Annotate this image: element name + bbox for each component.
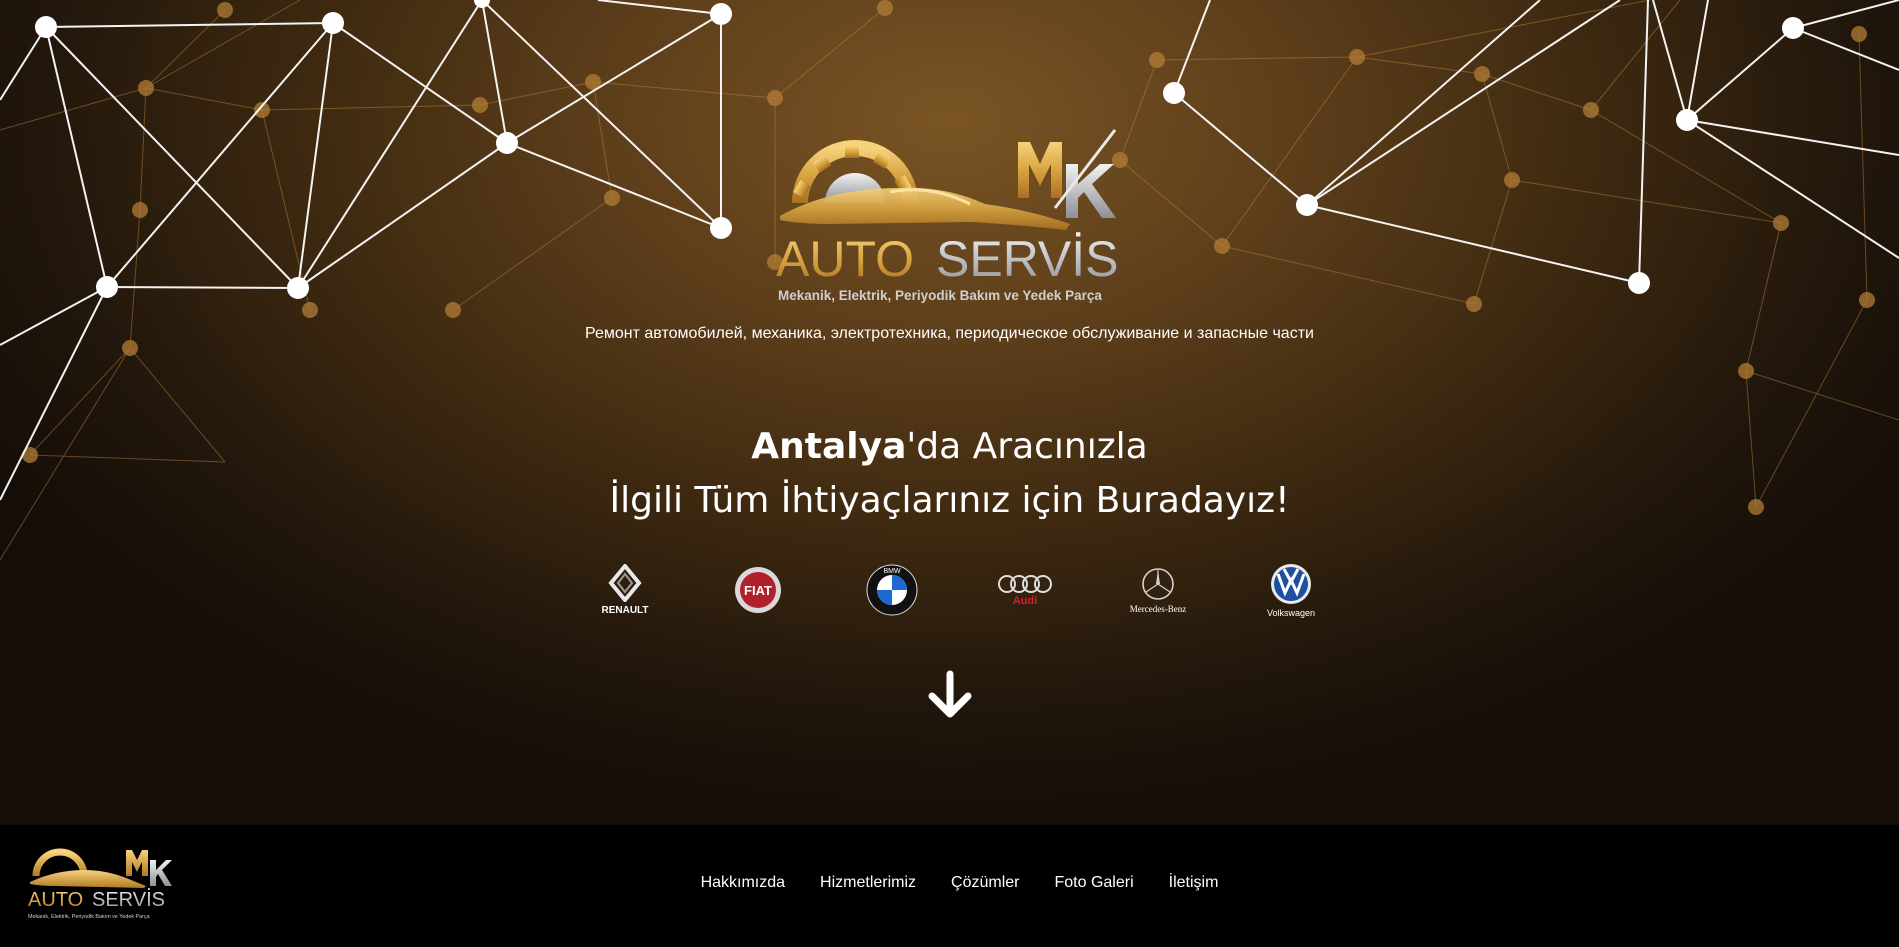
- renault-icon: [608, 564, 642, 602]
- brand-label: Audi: [1012, 595, 1038, 607]
- audi-icon: [998, 575, 1052, 593]
- headline-line-1: Antalya'da Aracınızla: [0, 420, 1899, 474]
- nav-link-solutions[interactable]: Çözümler: [951, 874, 1019, 892]
- russian-tagline: Ремонт автомобилей, механика, электротех…: [585, 325, 1314, 342]
- brand-label: Volkswagen: [1266, 607, 1316, 618]
- brand-audi: Audi: [985, 555, 1065, 625]
- fiat-icon: FIAT: [735, 567, 781, 613]
- brand-renault: RENAULT: [585, 555, 665, 625]
- bmw-icon: BMW: [866, 564, 918, 616]
- footer-logo-word-auto: AUTO: [28, 889, 83, 911]
- nav-link-services[interactable]: Hizmetlerimiz: [820, 874, 916, 892]
- logo-graphic: AUTO SERVİS Mekanik, Elektrik, Periyodik…: [776, 129, 1119, 303]
- brand-label: RENAULT: [601, 605, 649, 616]
- brand-logos: RENAULT FIAT BMW Audi Mercedes-Benz Volk…: [570, 555, 1340, 625]
- logo-word-servis: SERVİS: [936, 231, 1119, 287]
- logo-word-auto: AUTO: [776, 231, 914, 287]
- scroll-down-button[interactable]: [920, 665, 980, 725]
- autoservis-logo[interactable]: AUTO SERVİS Mekanik, Elektrik, Periyodik…: [770, 128, 1130, 318]
- bmw-wordmark: BMW: [883, 568, 901, 575]
- main-nav: Hakkımızda Hizmetlerimiz Çözümler Foto G…: [0, 874, 1899, 892]
- nav-link-contact[interactable]: İletişim: [1169, 874, 1219, 892]
- fiat-wordmark: FIAT: [744, 583, 772, 598]
- nav-link-about[interactable]: Hakkımızda: [701, 874, 785, 892]
- logo-subtitle: Mekanik, Elektrik, Periyodik Bakım ve Ye…: [778, 288, 1102, 303]
- hero-section: AUTO SERVİS Mekanik, Elektrik, Periyodik…: [0, 0, 1899, 825]
- nav-link-gallery[interactable]: Foto Galeri: [1055, 874, 1134, 892]
- brand-mercedes: Mercedes-Benz: [1118, 555, 1198, 625]
- brand-fiat: FIAT: [718, 555, 798, 625]
- headline-city: Antalya: [751, 426, 907, 467]
- headline: Antalya'da Aracınızla İlgili Tüm İhtiyaç…: [0, 420, 1899, 528]
- brand-bmw: BMW: [852, 555, 932, 625]
- volkswagen-icon: [1271, 563, 1311, 604]
- mercedes-icon: [1142, 567, 1174, 600]
- headline-line-2: İlgili Tüm İhtiyaçlarınız için Buradayız…: [609, 480, 1290, 521]
- arrow-down-icon: [928, 670, 972, 718]
- headline-line-1-rest: 'da Aracınızla: [906, 426, 1148, 467]
- footer-logo-subtitle: Mekanik, Elektrik, Periyodik Bakım ve Ye…: [28, 914, 150, 920]
- brand-label: Mercedes-Benz: [1129, 603, 1187, 614]
- brand-volkswagen: Volkswagen: [1251, 555, 1331, 625]
